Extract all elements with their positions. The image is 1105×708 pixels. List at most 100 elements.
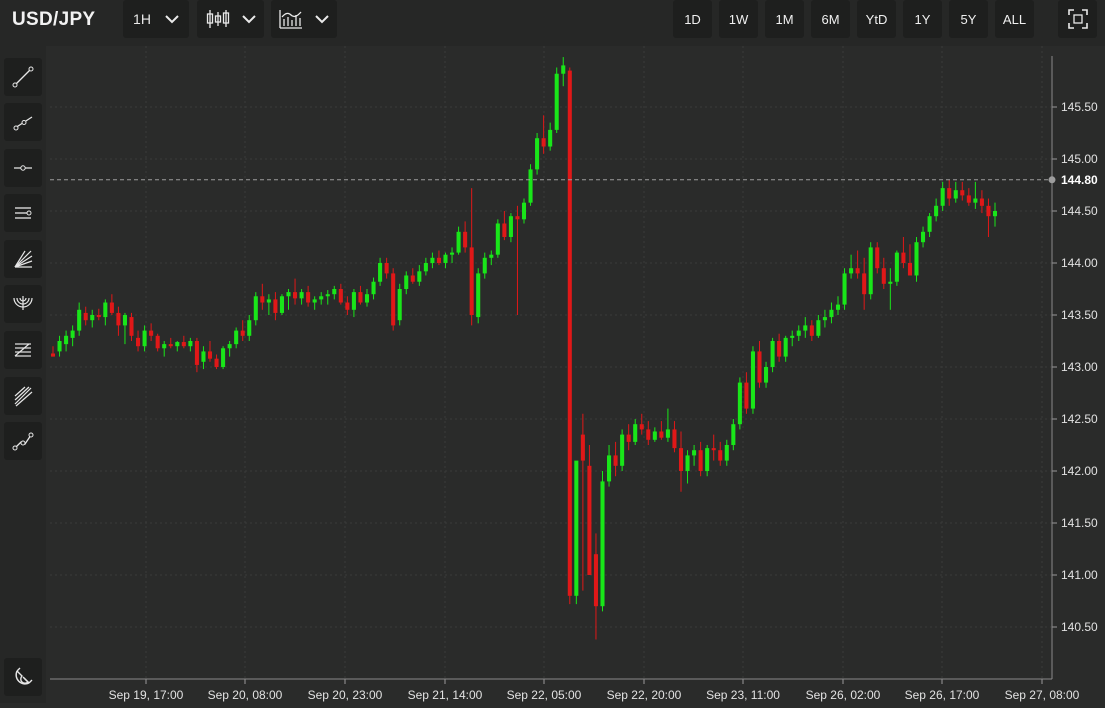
candle-body (70, 330, 75, 338)
candle (718, 441, 723, 466)
candle-body (463, 231, 468, 248)
horizontal-line-icon (14, 165, 32, 171)
range-1d-button[interactable]: 1D (673, 0, 712, 38)
candle (593, 533, 598, 640)
range-6m-button[interactable]: 6M (811, 0, 850, 38)
candle (868, 242, 873, 300)
candle (921, 226, 926, 248)
parallel-channel-tool[interactable] (4, 194, 42, 232)
candle-body (685, 455, 690, 471)
candle-body (469, 247, 474, 315)
candle-body (214, 358, 219, 367)
candle (659, 421, 664, 440)
horizontal-line-tool[interactable] (4, 149, 42, 187)
candle (521, 198, 527, 224)
range-1w-button[interactable]: 1W (719, 0, 758, 38)
candle (580, 413, 585, 591)
candle (888, 268, 893, 310)
fan-tool[interactable] (4, 240, 42, 278)
candle (803, 317, 808, 338)
candle-body (652, 431, 657, 440)
candle (685, 450, 690, 484)
pitchfork-tool[interactable] (4, 377, 42, 415)
candle (613, 441, 618, 477)
chevron-down-icon (315, 14, 329, 23)
candle-body (181, 342, 186, 347)
candle (960, 181, 965, 201)
candle-body (868, 247, 873, 295)
candle-body (600, 481, 605, 607)
x-tick-label: Sep 22, 20:00 (607, 688, 682, 702)
candle-body (371, 281, 376, 295)
price-chart[interactable]: 145.50 145.00 144.50 144.00 143.50 143.00 142.… (50, 46, 1105, 703)
candle (279, 294, 284, 315)
candle (816, 315, 821, 338)
x-tick-label: Sep 26, 02:00 (806, 688, 881, 702)
candle (319, 292, 324, 305)
chart-type-dropdown[interactable] (197, 0, 264, 38)
candle-body (149, 330, 154, 336)
candle-body (417, 271, 422, 282)
indicators-dropdown[interactable] (271, 0, 337, 38)
fullscreen-button[interactable] (1058, 0, 1097, 38)
candle (744, 372, 749, 414)
candle (351, 289, 356, 318)
ray-icon (13, 116, 33, 131)
fibonacci-arc-tool[interactable] (4, 285, 42, 323)
candle-body (332, 289, 337, 295)
candle-body (907, 263, 912, 276)
candle (83, 306, 88, 326)
range-1m-button[interactable]: 1M (765, 0, 804, 38)
candle (122, 312, 127, 345)
candle-body (103, 302, 108, 318)
candle-body (266, 299, 271, 303)
interval-dropdown[interactable]: 1H (123, 0, 189, 38)
trend-line-tool[interactable] (4, 58, 42, 96)
candle-body (992, 211, 998, 217)
candle (136, 330, 141, 352)
x-tick-label: Sep 26, 17:00 (905, 688, 980, 702)
candle (469, 188, 474, 326)
ray-tool[interactable] (4, 103, 42, 141)
candle (430, 252, 435, 269)
candle (188, 337, 193, 352)
candle-body (397, 289, 402, 321)
candle (410, 268, 415, 284)
candle-body (744, 382, 749, 409)
candle-body (351, 292, 356, 310)
drawing-tools-sidebar (0, 46, 46, 703)
candle-body (901, 252, 906, 263)
candle-body (953, 190, 958, 199)
candle (665, 408, 670, 442)
candle-body (698, 450, 703, 471)
candle (528, 164, 533, 206)
range-ytd-button[interactable]: YtD (857, 0, 896, 38)
candle (64, 330, 69, 352)
magnet-tool[interactable] (4, 658, 42, 696)
candle-body (162, 344, 167, 349)
range-5y-button[interactable]: 5Y (949, 0, 988, 38)
range-all-button[interactable]: ALL (995, 0, 1034, 38)
range-1y-button[interactable]: 1Y (903, 0, 942, 38)
candle-body (894, 252, 899, 282)
candle-body (875, 247, 880, 269)
candle-body (482, 257, 487, 274)
fibonacci-retracement-tool[interactable] (4, 331, 42, 369)
candle (587, 445, 592, 575)
candle-body (940, 188, 945, 206)
candle (384, 257, 389, 279)
candle-body (122, 315, 127, 326)
candle-body (423, 263, 428, 272)
candle (541, 115, 546, 154)
candle (227, 341, 232, 357)
candle (378, 257, 383, 286)
y-tick-label: 141.00 (1061, 568, 1098, 582)
y-tick-label: 142.00 (1061, 464, 1098, 478)
candle-body (175, 342, 180, 347)
candle (181, 335, 186, 349)
candle-body (338, 289, 343, 303)
polyline-tool[interactable] (4, 422, 42, 460)
candlestick-chart[interactable]: 145.50 145.00 144.50 144.00 143.50 143.00 142.… (50, 46, 1105, 703)
current-price-label: 144.80 (1061, 173, 1098, 187)
y-tick-label: 143.00 (1061, 360, 1098, 374)
